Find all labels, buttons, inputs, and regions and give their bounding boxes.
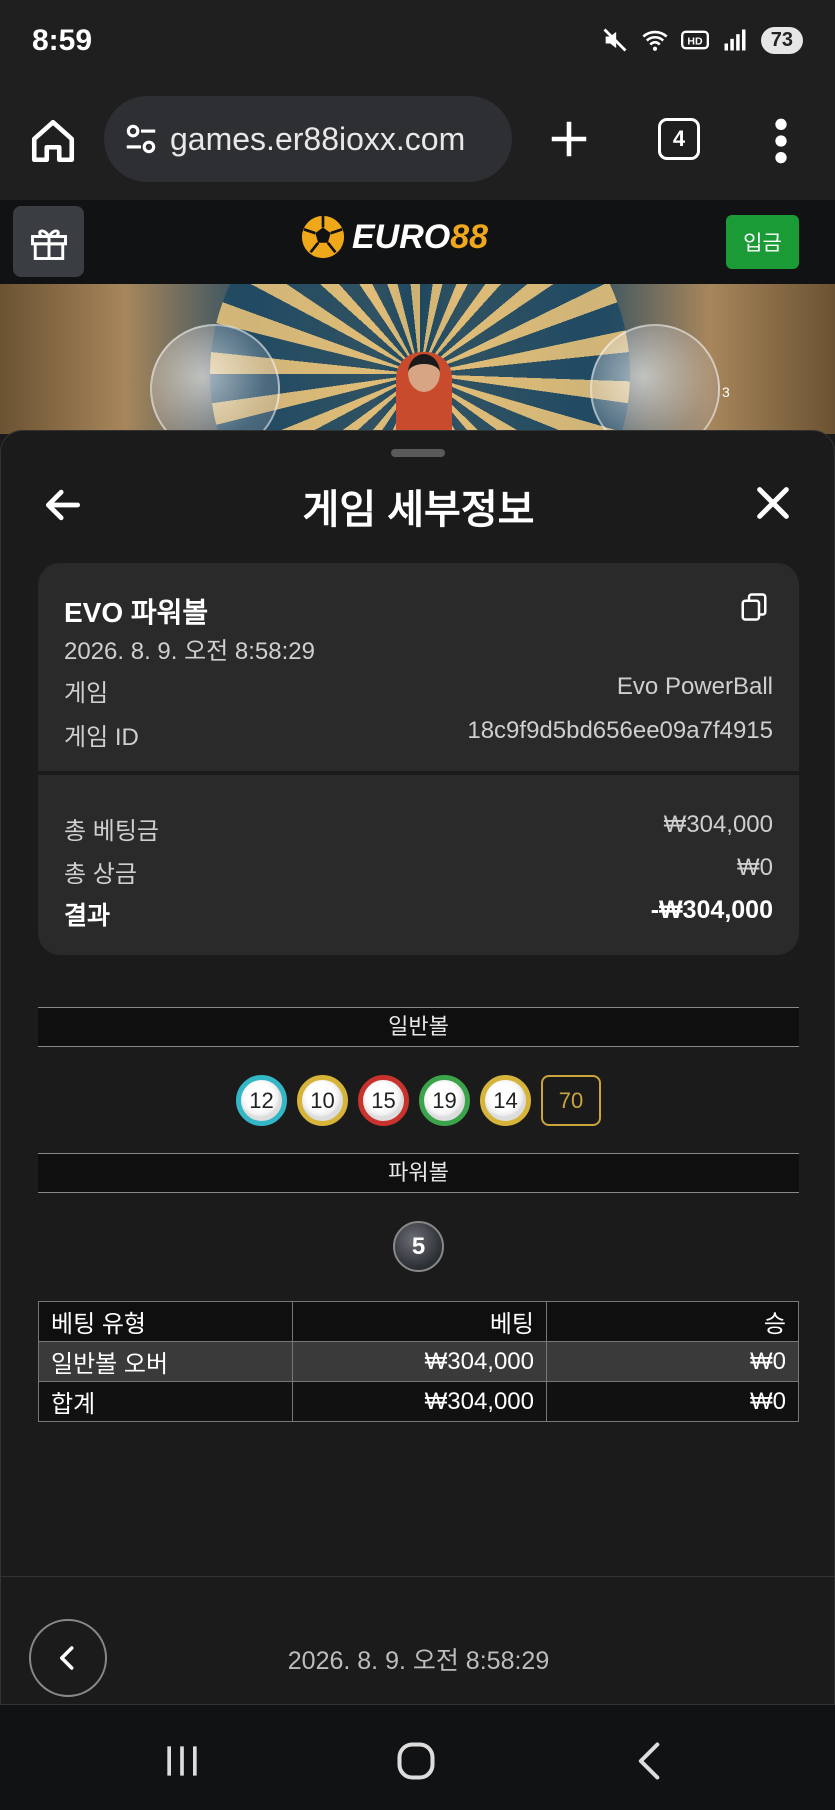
new-tab-icon[interactable] (546, 116, 592, 162)
footer-date: 2026. 8. 9. 오전 8:58:29 (287, 1647, 550, 1675)
live-video-feed: 3 (0, 284, 835, 434)
gift-button[interactable] (13, 206, 84, 277)
soccer-ball-icon (301, 215, 345, 259)
normal-ball: 15 (358, 1075, 409, 1126)
card-divider (38, 771, 799, 775)
svg-text:HD: HD (687, 36, 703, 48)
game-id-row: 게임 ID 18c9f9d5bd656ee09a7f4915 (64, 717, 773, 751)
normal-balls: 12 10 15 19 14 70 (1, 1075, 835, 1126)
home-button-icon[interactable] (394, 1739, 438, 1783)
game-summary-card: EVO 파워볼 2026. 8. 9. 오전 8:58:29 게임 Evo Pow… (38, 563, 799, 955)
table-total-row: 합계 ₩304,000 ₩0 (38, 1381, 799, 1422)
site-settings-icon[interactable] (122, 120, 160, 158)
battery-indicator: 73 (760, 26, 803, 54)
logo-text: EURO88 (352, 217, 489, 256)
total-bet-row: 총 베팅금 ₩304,000 (64, 811, 773, 845)
normal-ball-sum: 70 (541, 1075, 601, 1126)
browser-toolbar: games.er88ioxx.com 4 (0, 88, 835, 200)
power-ball-section-header: 파워볼 (38, 1153, 799, 1193)
column-header: 베팅 (292, 1301, 547, 1342)
normal-ball: 14 (480, 1075, 531, 1126)
mute-icon (603, 28, 627, 52)
status-icons: HD 73 (601, 26, 803, 54)
url-text[interactable]: games.er88ioxx.com (170, 121, 500, 158)
more-menu-icon[interactable] (766, 116, 796, 166)
table-header-row: 베팅 유형 베팅 승 (38, 1301, 799, 1342)
game-title: EVO 파워볼 (64, 597, 209, 628)
status-time: 8:59 (32, 24, 93, 57)
recent-apps-icon[interactable] (160, 1739, 204, 1783)
wifi-icon (642, 30, 668, 51)
power-balls: 5 (1, 1221, 835, 1272)
drag-handle[interactable] (391, 449, 445, 457)
signal-icon (724, 29, 746, 51)
power-ball: 5 (393, 1221, 444, 1272)
game-details-sheet: 게임 세부정보 EVO 파워볼 2026. 8. 9. 오전 8:58:29 게… (0, 430, 835, 1705)
bet-table: 베팅 유형 베팅 승 일반볼 오버 ₩304,000 ₩0 합계 ₩304,00… (38, 1301, 799, 1422)
gift-icon (30, 229, 67, 260)
result-row: 결과 -₩304,000 (64, 896, 773, 930)
table-row: 일반볼 오버 ₩304,000 ₩0 (38, 1341, 799, 1382)
column-header: 승 (546, 1301, 799, 1342)
hd-icon: HD (680, 30, 709, 50)
total-win-row: 총 상금 ₩0 (64, 854, 773, 888)
video-overlay-number: 3 (722, 384, 730, 400)
site-logo[interactable]: EURO88 (300, 214, 488, 260)
address-bar[interactable]: games.er88ioxx.com (104, 96, 512, 182)
deposit-button[interactable]: 입금 (726, 215, 799, 269)
normal-ball: 19 (419, 1075, 470, 1126)
footer-divider (1, 1576, 834, 1577)
tab-switcher-button[interactable]: 4 (658, 118, 700, 160)
normal-ball: 10 (297, 1075, 348, 1126)
status-bar: 8:59 HD 73 (0, 0, 835, 88)
normal-ball-section-header: 일반볼 (38, 1007, 799, 1047)
system-back-icon[interactable] (628, 1739, 672, 1783)
game-date: 2026. 8. 9. 오전 8:58:29 (64, 638, 315, 665)
site-header: EURO88 입금 (0, 200, 835, 284)
column-header: 베팅 유형 (38, 1301, 293, 1342)
close-icon[interactable] (753, 483, 793, 523)
system-nav-bar (0, 1705, 835, 1810)
home-icon[interactable] (28, 116, 78, 166)
normal-ball: 12 (236, 1075, 287, 1126)
copy-icon[interactable] (739, 591, 769, 623)
game-id-value: 18c9f9d5bd656ee09a7f4915 (467, 717, 773, 744)
game-row: 게임 Evo PowerBall (64, 673, 773, 707)
sheet-title: 게임 세부정보 (302, 488, 535, 532)
